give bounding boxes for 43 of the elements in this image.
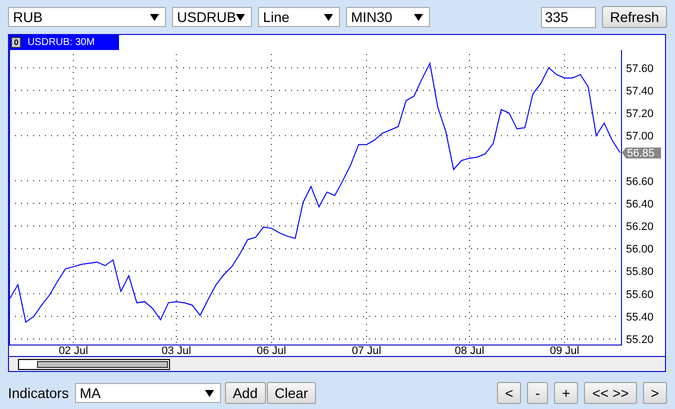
refresh-button[interactable]: Refresh: [602, 6, 667, 28]
x-axis-label: 02 Jul: [58, 345, 88, 356]
caret-icon: [150, 14, 159, 20]
dropdown[interactable]: Line: [258, 7, 340, 27]
y-axis-label: 55.20: [626, 334, 654, 346]
caret-icon: [414, 14, 423, 20]
y-axis-label: 55.40: [626, 311, 654, 324]
y-axis-label: 56.20: [626, 221, 654, 233]
caret-icon: [324, 14, 333, 20]
y-axis-label: 57.20: [626, 108, 654, 120]
tab-icon: 0: [11, 37, 22, 48]
x-axis-label: 09 Jul: [550, 345, 580, 356]
add-button[interactable]: Add: [224, 382, 266, 404]
x-axis-label: 07 Jul: [352, 345, 382, 356]
nav-button[interactable]: +: [554, 382, 578, 404]
nav-button[interactable]: -: [527, 382, 548, 404]
y-axis-label: 56.00: [626, 244, 654, 256]
scrollbar-thumb[interactable]: [18, 359, 170, 370]
x-axis-label: 06 Jul: [256, 345, 286, 356]
nav-button[interactable]: <: [497, 382, 522, 404]
chart-title: USDRUB: 30M: [27, 37, 95, 48]
caret-icon: [204, 390, 214, 396]
y-axis-label: 57.60: [626, 62, 654, 75]
count-field[interactable]: 335: [540, 6, 596, 28]
y-axis-label: 57.00: [626, 130, 654, 143]
y-axis-label: 55.60: [626, 288, 654, 301]
x-axis-label: 03 Jul: [162, 345, 192, 356]
indicator-dropdown[interactable]: MA: [74, 383, 221, 403]
y-axis-label: 56.40: [626, 198, 654, 210]
dropdown[interactable]: USDRUB: [172, 7, 252, 27]
x-axis-label: 08 Jul: [454, 345, 484, 356]
clear-button[interactable]: Clear: [266, 382, 316, 404]
y-axis-label: 57.40: [626, 85, 654, 98]
price-tag: 56.85: [622, 148, 661, 160]
y-axis-label: 56.60: [626, 176, 654, 188]
nav-button[interactable]: >: [642, 382, 667, 404]
caret-icon: [236, 14, 245, 20]
dropdown[interactable]: MIN30: [346, 7, 430, 27]
y-axis-label: 55.80: [626, 266, 654, 278]
chart-tab[interactable]: 0 USDRUB: 30M: [9, 35, 119, 50]
nav-button[interactable]: << >>: [584, 382, 637, 404]
dropdown[interactable]: RUB: [8, 7, 166, 27]
indicators-label: Indicators: [8, 385, 69, 401]
